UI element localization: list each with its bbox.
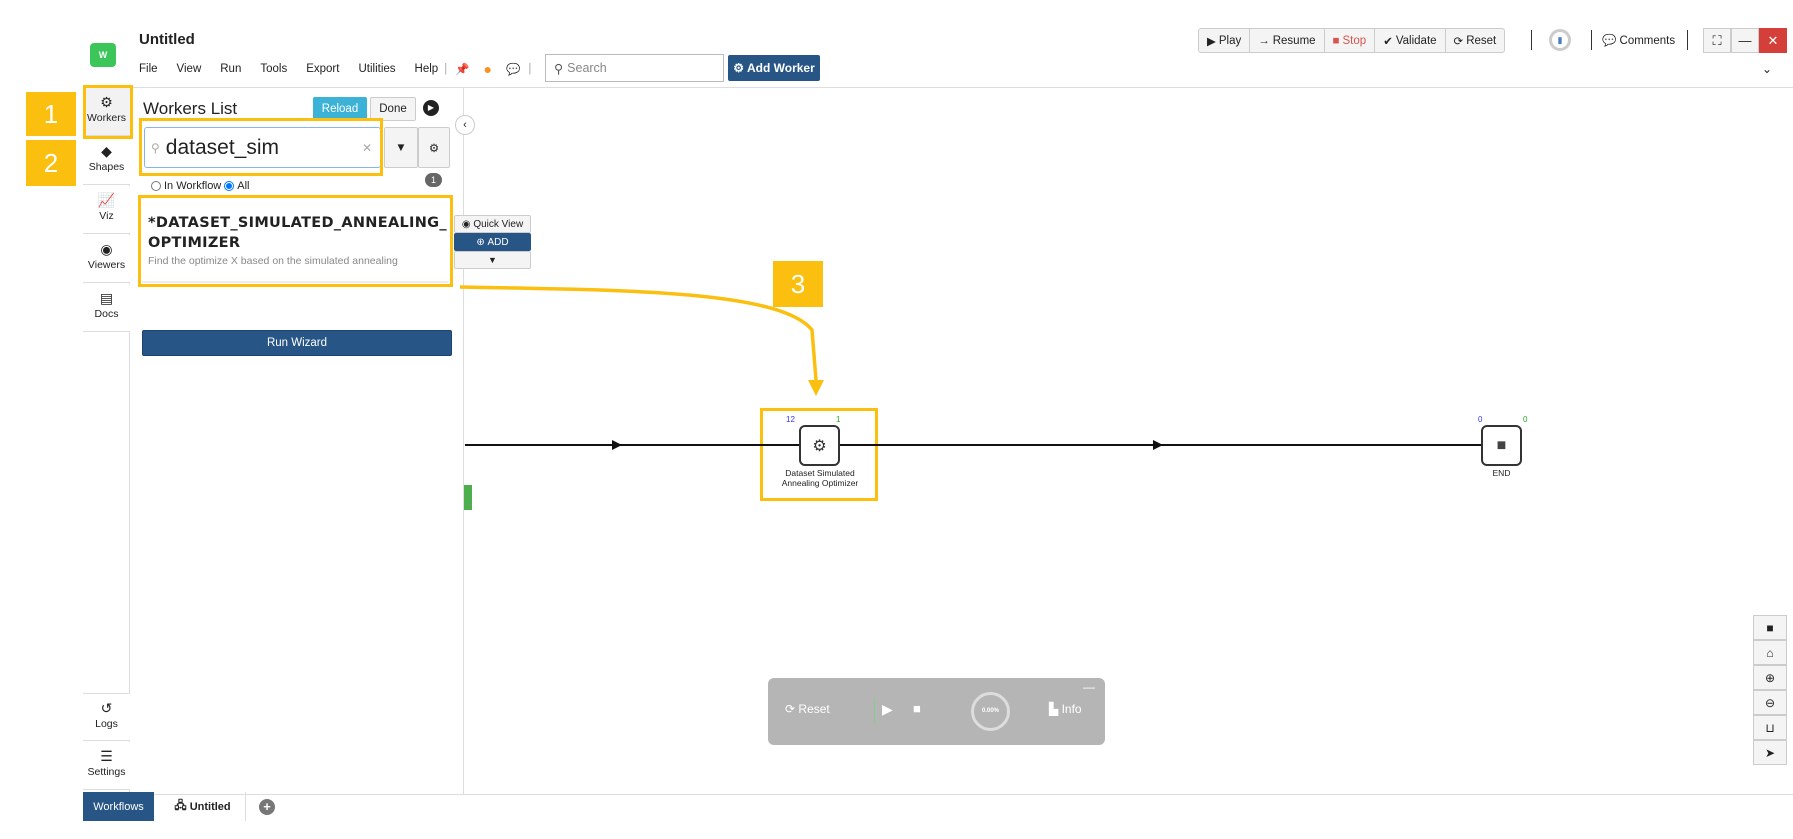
stop-icon: ■ [1496, 436, 1507, 454]
flow-arrow [612, 440, 622, 450]
add-tab-icon[interactable]: + [259, 799, 275, 815]
minimize-icon[interactable]: — [1083, 680, 1095, 694]
basket-icon[interactable]: ⊔ [1753, 715, 1787, 740]
zoom-in-icon[interactable]: ⊕ [1753, 665, 1787, 690]
end-node[interactable]: ■ [1481, 425, 1522, 466]
gear-icon: ⚙ [812, 437, 827, 455]
node-out-count: 1 [836, 415, 841, 424]
stop-icon[interactable]: ■ [913, 701, 921, 716]
home-icon[interactable]: ⌂ [1753, 640, 1787, 665]
sitemap-icon: 🖧 [174, 800, 187, 812]
info-button[interactable]: ▙ Info [1049, 702, 1082, 716]
info-label: Info [1061, 702, 1082, 716]
end-label: END [1492, 468, 1511, 478]
run-panel: — ⟳ Reset ▶ ■ 0.00% ▙ Info [768, 678, 1105, 745]
tab-label: Untitled [189, 800, 231, 813]
flow-arrow [1153, 440, 1163, 450]
stop-icon[interactable]: ■ [1753, 615, 1787, 640]
run-reset-label: Reset [798, 702, 830, 716]
divider [874, 698, 875, 724]
start-handle [464, 485, 472, 510]
progress-ring: 0.00% [971, 692, 1010, 731]
chart-bar-icon: ▙ [1049, 702, 1059, 716]
refresh-icon: ⟳ [785, 702, 796, 716]
annotation-arrowhead [808, 380, 824, 396]
canvas-tools: ■ ⌂ ⊕ ⊖ ⊔ ➤ [1753, 615, 1787, 765]
workflow-tab-untitled[interactable]: 🖧 Untitled [160, 792, 246, 821]
node-in-count: 12 [786, 415, 795, 424]
annotation-arrow [459, 285, 818, 381]
play-icon[interactable]: ▶ [882, 701, 893, 718]
zoom-out-icon[interactable]: ⊖ [1753, 690, 1787, 715]
end-out-count: 0 [1523, 415, 1528, 424]
workflows-tab[interactable]: Workflows [83, 792, 154, 821]
run-reset-button[interactable]: ⟳ Reset [785, 702, 830, 716]
worker-node[interactable]: ⚙ [799, 425, 840, 466]
node-label: Dataset Simulated Annealing Optimizer [781, 468, 859, 488]
pointer-icon[interactable]: ➤ [1753, 740, 1787, 765]
bottom-divider [130, 794, 1793, 795]
end-in-count: 0 [1478, 415, 1483, 424]
